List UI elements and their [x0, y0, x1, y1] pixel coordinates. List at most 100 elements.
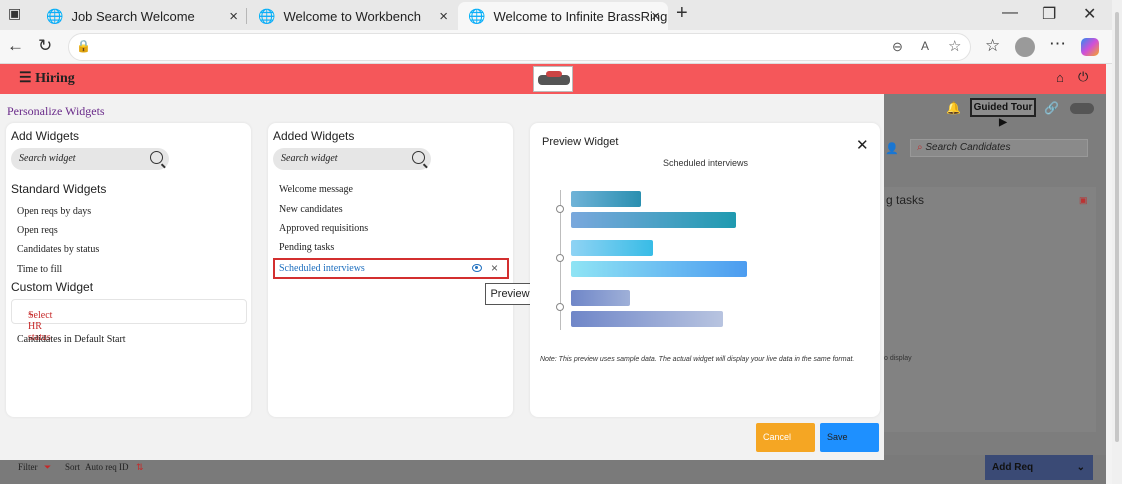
- preview-note: Note: This preview uses sample data. The…: [540, 356, 855, 363]
- background-card-icon: ▣: [1079, 195, 1088, 205]
- favorite-star-icon[interactable]: ☆: [948, 37, 961, 55]
- close-icon[interactable]: ✕: [856, 136, 869, 154]
- restore-button[interactable]: ❐: [1042, 4, 1056, 24]
- background-widget-card: g tasks ▣ o display: [884, 187, 1096, 432]
- read-aloud-icon[interactable]: A: [921, 39, 929, 53]
- favorites-icon[interactable]: ☆: [985, 36, 1000, 56]
- footer-sort-label: Sort: [65, 462, 81, 472]
- select-hr-status-button[interactable]: + Select HR status: [11, 299, 247, 343]
- preview-timeline-dot: [556, 205, 564, 213]
- selected-widget-label: Scheduled interviews: [279, 263, 365, 274]
- widget-item[interactable]: Open reqs: [17, 225, 58, 236]
- tab-title: Job Search Welcome: [71, 8, 195, 24]
- preview-bar: [571, 240, 653, 256]
- globe-icon: 🌐: [46, 7, 64, 24]
- cancel-button[interactable]: Cancel: [756, 423, 815, 452]
- background-card-title: g tasks: [886, 193, 925, 207]
- candidate-search-input: ⌕ Search Candidates: [910, 139, 1088, 157]
- back-arrow-icon[interactable]: ←: [7, 36, 24, 56]
- tab-close-icon[interactable]: ×: [439, 8, 448, 25]
- url-field[interactable]: 🔒 ⊖ A ☆: [68, 33, 971, 61]
- preview-bar: [571, 311, 723, 327]
- filter-icon: ⏷: [44, 462, 52, 472]
- widget-item[interactable]: Time to fill: [17, 264, 62, 275]
- toggle-switch: [1070, 103, 1094, 114]
- search-icon: ⌕: [917, 142, 923, 153]
- preview-widget-subtitle: Scheduled interviews: [662, 158, 749, 168]
- close-window-button[interactable]: ✕: [1083, 4, 1096, 24]
- eye-icon[interactable]: [472, 264, 482, 272]
- widget-item[interactable]: Candidates in Default Start: [17, 334, 126, 345]
- background-card-empty: o display: [884, 355, 912, 362]
- sort-direction-icon: ⇅: [136, 462, 144, 472]
- home-icon[interactable]: ⌂: [1056, 70, 1064, 85]
- added-widget-item[interactable]: Welcome message: [279, 184, 353, 195]
- search-placeholder: Search widget: [281, 153, 338, 164]
- tab-welcome-to-workbench[interactable]: 🌐 Welcome to Workbench ×: [248, 2, 456, 30]
- chevron-down-icon: ⌄: [1076, 462, 1085, 473]
- tab-title: Welcome to Infinite BrassRing: [493, 8, 668, 24]
- hiring-label: Hiring: [35, 71, 75, 86]
- modal-title: Personalize Widgets: [7, 104, 105, 118]
- zoom-icon[interactable]: ⊖: [892, 39, 903, 55]
- candidate-search-placeholder: Search Candidates: [925, 142, 1011, 153]
- add-req-label: Add Req: [992, 462, 1034, 473]
- tab-actions-icon[interactable]: ▣: [8, 5, 21, 22]
- selected-widget-scheduled-interviews[interactable]: Scheduled interviews ×: [273, 258, 509, 279]
- lock-icon[interactable]: 🔒: [76, 39, 91, 53]
- search-placeholder: Search widget: [19, 153, 76, 164]
- profile-icon[interactable]: [1015, 37, 1035, 57]
- tab-welcome-to-infinite-brassring[interactable]: 🌐 Welcome to Infinite BrassRing ×: [458, 2, 668, 30]
- globe-icon: 🌐: [468, 7, 486, 24]
- add-req-button: Add Req ⌄: [985, 455, 1093, 480]
- standard-widgets-heading: Standard Widgets: [11, 182, 107, 196]
- copilot-icon[interactable]: [1081, 38, 1099, 56]
- preview-timeline-dot: [556, 254, 564, 262]
- preview-bar: [571, 290, 630, 306]
- address-bar-row: ← ↻ 🔒 ⊖ A ☆ ☆ ⋯: [0, 30, 1112, 64]
- added-widget-item[interactable]: Approved requisitions: [279, 223, 368, 234]
- scrollbar-thumb[interactable]: [1115, 12, 1119, 442]
- add-widgets-search-input[interactable]: Search widget: [11, 148, 169, 170]
- preview-timeline-dot: [556, 303, 564, 311]
- power-icon[interactable]: ⏻: [1078, 69, 1088, 85]
- tab-separator: [246, 8, 247, 24]
- more-icon[interactable]: ⋯: [1049, 34, 1066, 54]
- preview-bar: [571, 261, 747, 277]
- save-button[interactable]: Save: [820, 423, 879, 452]
- widget-item[interactable]: Candidates by status: [17, 244, 99, 255]
- browser-tab-strip: ▣ 🌐 Job Search Welcome × 🌐 Welcome to Wo…: [0, 0, 1112, 30]
- hiring-menu[interactable]: ☰ Hiring: [19, 70, 75, 87]
- preview-widget-heading: Preview Widget: [542, 136, 619, 148]
- page-scrollbar[interactable]: [1112, 0, 1122, 484]
- bell-icon: 🔔: [946, 101, 961, 115]
- screen: ▣ 🌐 Job Search Welcome × 🌐 Welcome to Wo…: [0, 0, 1122, 484]
- added-widget-item[interactable]: New candidates: [279, 204, 343, 215]
- preview-bar: [571, 212, 736, 228]
- preview-tooltip: Preview: [485, 283, 535, 305]
- person-icon: 👤: [885, 143, 899, 155]
- tab-job-search-welcome[interactable]: 🌐 Job Search Welcome ×: [36, 2, 246, 30]
- add-widgets-heading: Add Widgets: [11, 129, 80, 143]
- tab-close-icon[interactable]: ×: [651, 8, 660, 25]
- footer-sort-value: Auto req ID: [85, 462, 129, 472]
- added-widgets-search-input[interactable]: Search widget: [273, 148, 431, 170]
- hamburger-icon[interactable]: ☰: [19, 71, 32, 86]
- footer-filter-label: Filter: [18, 462, 38, 472]
- search-icon[interactable]: [412, 151, 425, 164]
- widget-item[interactable]: Open reqs by days: [17, 206, 91, 217]
- close-icon[interactable]: ×: [491, 261, 498, 275]
- guided-tour-button: Guided Tour ▶: [970, 98, 1036, 128]
- reload-icon[interactable]: ↻: [38, 36, 52, 56]
- search-icon[interactable]: [150, 151, 163, 164]
- company-logo: [533, 66, 573, 92]
- tab-close-icon[interactable]: ×: [229, 8, 238, 25]
- app-header: ☰ Hiring ⌂ ⏻: [0, 64, 1106, 94]
- link-icon: 🔗: [1044, 101, 1059, 115]
- added-widget-item[interactable]: Pending tasks: [279, 242, 334, 253]
- custom-widget-heading: Custom Widget: [11, 280, 94, 294]
- preview-bar: [571, 191, 641, 207]
- new-tab-button[interactable]: +: [676, 2, 688, 25]
- globe-icon: 🌐: [258, 7, 276, 24]
- minimize-button[interactable]: —: [1002, 4, 1018, 22]
